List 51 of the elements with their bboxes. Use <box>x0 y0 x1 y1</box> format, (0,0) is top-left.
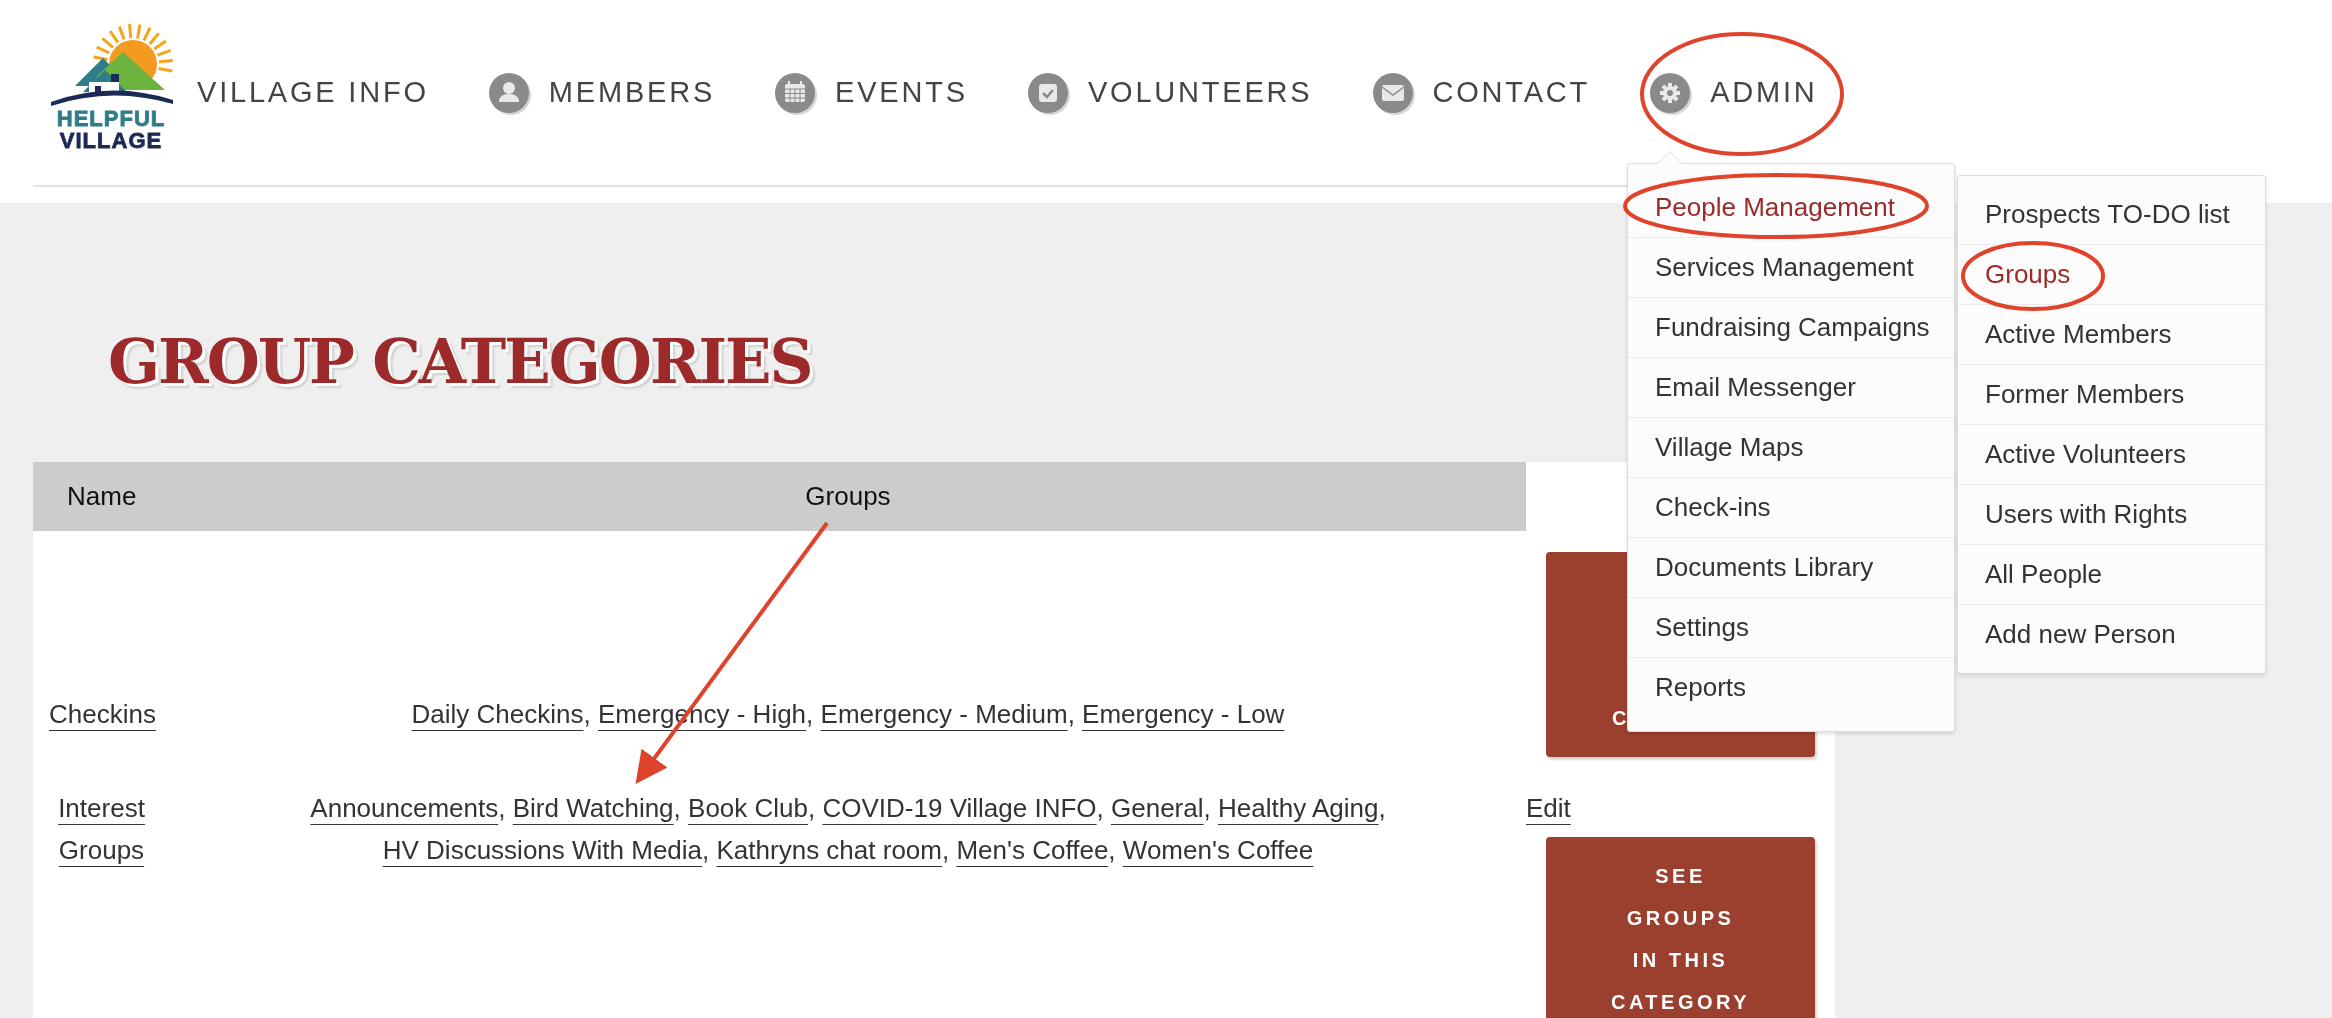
menu-item[interactable]: Fundraising Campaigns <box>1628 298 1954 358</box>
menu-item[interactable]: Active Members <box>1958 305 2265 365</box>
page-title: GROUP CATEGORIES <box>108 327 812 397</box>
group-link[interactable]: Men's Coffee <box>956 835 1109 865</box>
menu-item[interactable]: Groups <box>1958 245 2265 305</box>
group-list: Announcements, Bird Watching, Book Club, COVID-19 Village INFO, General, Healthy Aging, HV Discussions With Media, Kathryns chat room, Men's Coffee, Women's Coffee <box>170 780 1526 871</box>
menu-item[interactable]: People Management <box>1628 178 1954 238</box>
group-link[interactable]: Healthy Aging <box>1218 793 1379 823</box>
calendar-icon <box>773 70 818 115</box>
nav-link[interactable]: VILLAGE INFO <box>197 76 429 109</box>
menu-item[interactable]: Check-ins <box>1628 478 1954 538</box>
nav-link[interactable]: ADMIN <box>1648 70 1818 115</box>
group-link[interactable]: Daily Checkins <box>411 699 584 729</box>
nav-link[interactable]: VOLUNTEERS <box>1025 70 1313 115</box>
nav-link[interactable]: MEMBERS <box>486 70 716 115</box>
edit-link[interactable]: Edit <box>1526 787 1571 829</box>
menu-item[interactable]: Services Management <box>1628 238 1954 298</box>
group-link[interactable]: Emergency - Medium <box>820 699 1068 729</box>
envelope-icon <box>1370 70 1415 115</box>
person-icon <box>486 70 531 115</box>
menu-item[interactable]: Prospects TO-DO list <box>1958 185 2265 245</box>
menu-item[interactable]: Users with Rights <box>1958 485 2265 545</box>
menu-item[interactable]: All People <box>1958 545 2265 605</box>
menu-item[interactable]: Settings <box>1628 598 1954 658</box>
group-link[interactable]: Book Club <box>688 793 808 823</box>
nav-link[interactable]: EVENTS <box>773 70 968 115</box>
menu-item[interactable]: Former Members <box>1958 365 2265 425</box>
logo-text: VILLAGE <box>59 129 163 152</box>
menu-item[interactable]: Documents Library <box>1628 538 1954 598</box>
nav-link[interactable]: CONTACT <box>1370 70 1591 115</box>
column-header: Name <box>66 481 138 512</box>
group-link[interactable]: COVID-19 Village INFO <box>822 793 1097 823</box>
logo-text: HELPFUL <box>56 107 166 130</box>
see-groups-button[interactable]: SEE GROUPS IN THIS CATEGORY <box>1546 837 1815 1018</box>
menu-item[interactable]: Email Messenger <box>1628 358 1954 418</box>
group-link[interactable]: Women's Coffee <box>1122 835 1314 865</box>
group-link[interactable]: General <box>1111 793 1204 823</box>
group-link[interactable]: Bird Watching <box>512 793 674 823</box>
category-link[interactable]: Checkins <box>49 693 156 735</box>
group-link[interactable]: Emergency - Low <box>1082 699 1285 729</box>
column-header: Groups <box>804 481 892 512</box>
menu-item[interactable]: Village Maps <box>1628 418 1954 478</box>
menu-item[interactable]: Active Volunteers <box>1958 425 2265 485</box>
menu-item[interactable]: Add new Person <box>1958 605 2265 664</box>
group-link[interactable]: Kathryns chat room <box>716 835 942 865</box>
group-link[interactable]: Announcements <box>310 793 499 823</box>
checkbox-icon <box>1025 70 1070 115</box>
settings-icon <box>1648 70 1693 115</box>
category-link[interactable]: Interest Groups <box>49 787 154 871</box>
group-link[interactable]: HV Discussions With Media <box>382 835 703 865</box>
menu-item[interactable]: Reports <box>1628 658 1954 717</box>
